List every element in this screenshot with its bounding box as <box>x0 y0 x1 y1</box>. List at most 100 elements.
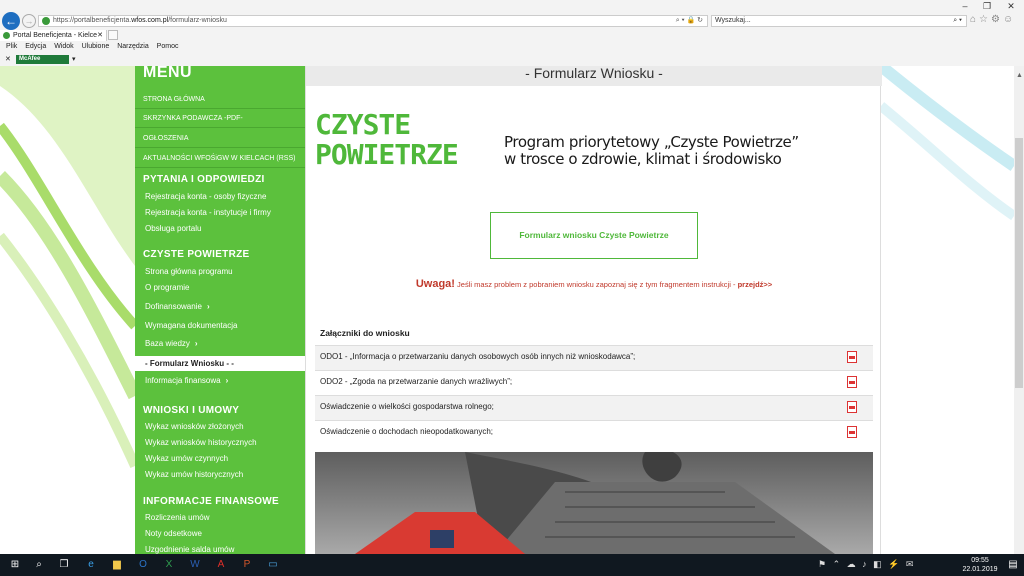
application-form-button[interactable]: Formularz wniosku Czyste Powietrze <box>490 212 698 259</box>
windows-start-icon[interactable]: ⊞ <box>8 558 22 572</box>
back-arrow-icon[interactable]: ← <box>2 12 20 30</box>
sidebar-item-documentation[interactable]: Wymagana dokumentacja <box>145 321 237 330</box>
system-tray-icons[interactable]: ⚑ ⌃ ☁ ♪ ◧ ⚡ ✉ <box>818 559 915 570</box>
page-scrollbar[interactable]: ▲ <box>1014 66 1024 554</box>
sidebar-item-funding[interactable]: Dofinansowanie › <box>145 302 210 311</box>
notifications-icon[interactable]: ▤ <box>1006 558 1020 572</box>
sidebar-item-historical-applications[interactable]: Wykaz wniosków historycznych <box>145 438 257 447</box>
scrollbar-thumb[interactable] <box>1015 138 1023 388</box>
menu-edit[interactable]: Edycja <box>25 43 46 50</box>
menu-view[interactable]: Widok <box>54 43 73 50</box>
sidebar-item-register-company[interactable]: Rejestracja konta - instytucje i firmy <box>145 208 271 217</box>
pdf-icon[interactable] <box>847 351 857 363</box>
menu-tools[interactable]: Narzędzia <box>117 43 149 50</box>
clock-time: 09:55 <box>971 557 989 564</box>
address-tools[interactable]: ⌕ ▾ 🔒 ↻ <box>676 16 703 26</box>
attachment-title: ODO1 - „Informacja o przetwarzaniu danyc… <box>320 352 636 361</box>
main-content: - Formularz Wniosku - CZYSTE POWIETRZE P… <box>305 66 882 554</box>
word-icon[interactable]: W <box>188 558 202 572</box>
sidebar-item-inbox-pdf[interactable]: SKRZYNKA PODAWCZA -PDF- <box>135 109 305 128</box>
sidebar-item-interest-notes[interactable]: Noty odsetkowe <box>145 529 202 538</box>
sidebar-item-register-person[interactable]: Rejestracja konta - osoby fizyczne <box>145 192 266 201</box>
sidebar-item-historical-contracts[interactable]: Wykaz umów historycznych <box>145 470 243 479</box>
file-explorer-icon[interactable]: ▆ <box>110 558 124 572</box>
new-tab-button[interactable] <box>108 30 118 40</box>
favorites-bar: ✕ McAfee ▾ <box>0 54 1024 65</box>
web-page: MENU STRONA GŁÓWNA SKRZYNKA PODAWCZA -PD… <box>0 66 1024 554</box>
powerpoint-icon[interactable]: P <box>240 558 254 572</box>
close-toolbar-icon[interactable]: ✕ <box>5 54 11 65</box>
chevron-right-icon: › <box>225 376 229 385</box>
sidebar-item-submitted[interactable]: Wykaz wniosków złożonych <box>145 422 244 431</box>
task-view-icon[interactable]: ❐ <box>57 558 71 572</box>
taskbar-clock[interactable]: 09:55 22.01.2019 <box>960 556 1000 574</box>
tab-close-icon[interactable]: ✕ <box>97 30 103 41</box>
financial-info-label: Informacja finansowa <box>145 376 221 385</box>
pdf-icon[interactable] <box>847 426 857 438</box>
sidebar-menu: MENU STRONA GŁÓWNA SKRZYNKA PODAWCZA -PD… <box>135 66 305 554</box>
sidebar-item-home[interactable]: STRONA GŁÓWNA <box>135 90 305 109</box>
download-warning: Uwaga! Jeśli masz problem z pobraniem wn… <box>306 278 882 290</box>
section-clean-air: CZYSTE POWIETRZE <box>143 249 250 260</box>
attachment-row[interactable]: Oświadczenie o wielkości gospodarstwa ro… <box>315 395 873 420</box>
sidebar-item-news-rss[interactable]: AKTUALNOŚCI WFOŚiGW W KIELCACH (RSS) <box>135 149 305 168</box>
logo-line-1: CZYSTE <box>315 108 411 141</box>
menu-help[interactable]: Pomoc <box>157 43 179 50</box>
sidebar-item-application-form[interactable]: - Formularz Wniosku - - <box>135 356 305 371</box>
site-icon <box>42 17 50 25</box>
forward-arrow-icon[interactable]: → <box>22 14 36 28</box>
menu-file[interactable]: Plik <box>6 43 17 50</box>
warning-label: Uwaga! <box>415 278 455 290</box>
address-prefix: https://portalbeneficjenta. <box>53 17 132 24</box>
search-icon[interactable]: ⌕ ▾ <box>953 16 962 26</box>
acrobat-icon[interactable]: A <box>214 558 228 572</box>
pdf-icon[interactable] <box>847 376 857 388</box>
sidebar-item-program-home[interactable]: Strona główna programu <box>145 267 233 276</box>
excel-icon[interactable]: X <box>162 558 176 572</box>
outlook-icon[interactable]: O <box>136 558 150 572</box>
pdf-icon[interactable] <box>847 401 857 413</box>
section-applications: WNIOSKI I UMOWY <box>143 405 240 416</box>
sidebar-item-announcements[interactable]: OGŁOSZENIA <box>135 129 305 148</box>
attachment-row[interactable]: Oświadczenie o dochodach nieopodatkowany… <box>315 420 873 445</box>
mcafee-addon[interactable]: McAfee <box>16 55 69 64</box>
menu-bar: Plik Edycja Widok Ulubione Narzędzia Pom… <box>0 42 178 52</box>
minimize-icon[interactable]: – <box>958 1 972 11</box>
sidebar-item-active-contracts[interactable]: Wykaz umów czynnych <box>145 454 228 463</box>
sidebar-item-financial-info[interactable]: Informacja finansowa › <box>145 376 228 385</box>
houses-illustration <box>355 452 835 554</box>
internet-explorer-icon[interactable]: e <box>84 558 98 572</box>
knowledge-base-label: Baza wiedzy <box>145 339 190 348</box>
restore-icon[interactable]: ❐ <box>980 1 994 12</box>
logo-line-2: POWIETRZE <box>315 138 459 171</box>
attachment-row[interactable]: ODO2 - „Zgoda na przetwarzanie danych wr… <box>315 370 873 395</box>
page-title: - Formularz Wniosku - <box>306 66 882 86</box>
address-host: wfos.com.pl <box>131 17 169 24</box>
sidebar-item-balance[interactable]: Uzgodnienie salda umów <box>145 545 234 554</box>
browser-chrome: – ❐ ✕ ← → https://portalbeneficjenta.wfo… <box>0 0 1024 66</box>
search-box[interactable]: Wyszukaj... ⌕ ▾ <box>711 15 967 27</box>
instructions-link[interactable]: przejdź>> <box>738 280 773 289</box>
attachment-row[interactable]: ODO1 - „Informacja o przetwarzaniu danyc… <box>315 345 873 370</box>
chevron-down-icon[interactable]: ▾ <box>72 54 76 65</box>
title-bar: – ❐ ✕ <box>0 0 1024 12</box>
houses-smog-photo <box>315 452 873 554</box>
sidebar-item-knowledge-base[interactable]: Baza wiedzy › <box>145 339 198 348</box>
remote-desktop-icon[interactable]: ▭ <box>266 558 280 572</box>
tab-favicon-icon <box>3 32 10 39</box>
sidebar-item-portal-help[interactable]: Obsługa portalu <box>145 224 201 233</box>
menu-favorites[interactable]: Ulubione <box>82 43 110 50</box>
windows-taskbar: ⊞ ⌕ ❐ e ▆ O X W A P ▭ ⚑ ⌃ ☁ ♪ ◧ ⚡ ✉ 09:5… <box>0 554 1024 576</box>
browser-toolbar-icons[interactable]: ⌂☆⚙☺ <box>970 14 1016 25</box>
clock-date: 22.01.2019 <box>962 566 998 573</box>
sidebar-item-about[interactable]: O programie <box>145 283 189 292</box>
close-window-icon[interactable]: ✕ <box>1004 1 1018 12</box>
address-bar[interactable]: https://portalbeneficjenta.wfos.com.pl/f… <box>38 15 708 27</box>
attachment-title: ODO2 - „Zgoda na przetwarzanie danych wr… <box>320 377 513 386</box>
scroll-up-icon[interactable]: ▲ <box>1016 72 1023 79</box>
tab-portal[interactable]: Portal Beneficjenta - Kielce ✕ <box>0 30 107 41</box>
chevron-right-icon: › <box>194 339 198 348</box>
sidebar-item-settlements[interactable]: Rozliczenia umów <box>145 513 209 522</box>
search-icon[interactable]: ⌕ <box>32 558 46 572</box>
address-path: /formularz-wniosku <box>168 17 227 24</box>
